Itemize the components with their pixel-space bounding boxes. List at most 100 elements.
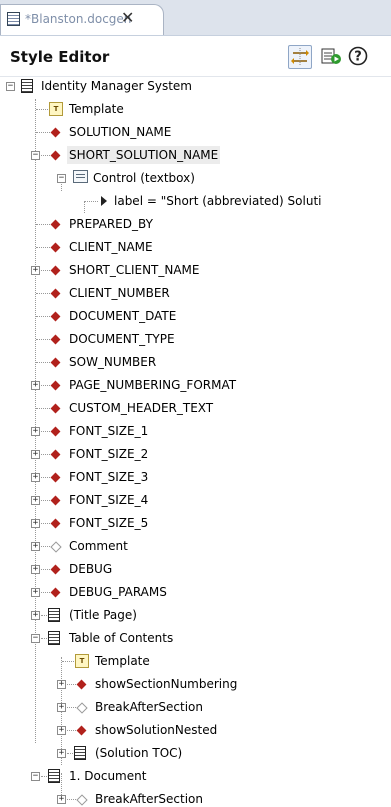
tree-item-label[interactable]: (Title Page) [67,606,139,624]
tree-item[interactable]: + BreakAfterSection [0,788,391,807]
sync-icon[interactable] [288,45,312,69]
tree-item[interactable]: + PAGE_NUMBERING_FORMAT [0,374,391,397]
tree-item[interactable]: − Control (textbox) [0,167,391,190]
collapse-toggle[interactable]: − [57,174,66,183]
tree-item[interactable]: SOLUTION_NAME [0,121,391,144]
tree-item[interactable]: label = "Short (abbreviated) Soluti [0,190,391,213]
tree-item-label[interactable]: FONT_SIZE_1 [67,422,150,440]
tree-item-label[interactable]: Control (textbox) [91,169,197,187]
collapse-toggle[interactable]: − [31,634,40,643]
tab-blanston-docgen[interactable]: *Blanston.docgen ✕ [0,4,164,35]
tree-item[interactable]: DOCUMENT_DATE [0,305,391,328]
diamond-icon [50,311,61,322]
tree-item-label[interactable]: CLIENT_NAME [67,238,155,256]
tree-item[interactable]: + FONT_SIZE_3 [0,466,391,489]
expand-toggle[interactable]: + [57,726,66,735]
tree-item[interactable]: − SHORT_SOLUTION_NAME [0,144,391,167]
tree-item-label[interactable]: SHORT_CLIENT_NAME [67,261,202,279]
tree-item[interactable]: + showSectionNumbering [0,673,391,696]
tree-item[interactable]: + DEBUG [0,558,391,581]
expand-toggle[interactable]: + [31,588,40,597]
tree-item[interactable]: + BreakAfterSection [0,696,391,719]
tree-item-label[interactable]: PAGE_NUMBERING_FORMAT [67,376,238,394]
tree-item-label[interactable]: Comment [67,537,130,555]
tree-item[interactable]: + FONT_SIZE_2 [0,443,391,466]
help-icon[interactable]: ? [347,45,371,69]
tree-item-label[interactable]: BreakAfterSection [93,790,205,807]
expand-toggle[interactable]: + [57,703,66,712]
tree-item-label[interactable]: DOCUMENT_DATE [67,307,178,325]
tree-item[interactable]: + Comment [0,535,391,558]
run-icon[interactable] [320,45,344,69]
tree-guide [41,592,50,593]
tree-item[interactable]: − Table of Contents [0,627,391,650]
tree-item-label[interactable]: PREPARED_BY [67,215,155,233]
tree-item-label[interactable]: Table of Contents [67,629,175,647]
diamond-icon [50,564,61,575]
tree-guide [41,155,50,156]
expand-toggle[interactable]: + [31,542,40,551]
tree-item[interactable]: + FONT_SIZE_5 [0,512,391,535]
tree-item[interactable]: SOW_NUMBER [0,351,391,374]
tree-item-label[interactable]: Identity Manager System [39,77,194,95]
tree-item-label[interactable]: FONT_SIZE_3 [67,468,150,486]
tree-item[interactable]: PREPARED_BY [0,213,391,236]
tree-item-label[interactable]: SHORT_SOLUTION_NAME [67,146,221,164]
tree-item-label[interactable]: FONT_SIZE_4 [67,491,150,509]
tree-item[interactable]: − 1. Document [0,765,391,788]
tree-item[interactable]: CUSTOM_HEADER_TEXT [0,397,391,420]
expand-toggle[interactable]: + [31,565,40,574]
tree-item-label[interactable]: (Solution TOC) [93,744,184,762]
control-icon [73,170,88,183]
expand-toggle[interactable]: + [31,519,40,528]
tree-item-label[interactable]: FONT_SIZE_5 [67,514,150,532]
hollow-diamond-icon [76,794,88,806]
tree-item-label[interactable]: FONT_SIZE_2 [67,445,150,463]
tree-item[interactable]: + FONT_SIZE_4 [0,489,391,512]
collapse-toggle[interactable]: − [31,151,40,160]
tree-item-label[interactable]: BreakAfterSection [93,698,205,716]
tree-item-label[interactable]: showSolutionNested [93,721,219,739]
tree-item[interactable]: − Identity Manager System [0,77,391,98]
template-icon: T [49,102,63,116]
tree-item[interactable]: + (Solution TOC) [0,742,391,765]
expand-toggle[interactable]: + [31,611,40,620]
tree-item-label[interactable]: 1. Document [67,767,148,785]
tree-item-label[interactable]: SOW_NUMBER [67,353,158,371]
close-icon[interactable]: ✕ [121,8,134,27]
expand-toggle[interactable]: + [31,496,40,505]
tree-item-label[interactable]: DEBUG [67,560,114,578]
tree-item-label[interactable]: DEBUG_PARAMS [67,583,169,601]
tree-item-label[interactable]: showSectionNumbering [93,675,239,693]
tree-item[interactable]: CLIENT_NUMBER [0,282,391,305]
document-icon [48,769,60,783]
collapse-toggle[interactable]: − [31,772,40,781]
tree-item[interactable]: + showSolutionNested [0,719,391,742]
expand-toggle[interactable]: + [31,473,40,482]
tree-item-label[interactable]: DOCUMENT_TYPE [67,330,177,348]
tree-item-label[interactable]: Template [67,100,126,118]
tree-item[interactable]: + FONT_SIZE_1 [0,420,391,443]
tree-item-label[interactable]: label = "Short (abbreviated) Soluti [112,192,324,210]
expand-toggle[interactable]: + [31,381,40,390]
tree-item[interactable]: T Template [0,98,391,121]
tree-item[interactable]: + DEBUG_PARAMS [0,581,391,604]
tree-item[interactable]: CLIENT_NAME [0,236,391,259]
tree-item-label[interactable]: Template [93,652,152,670]
expand-toggle[interactable]: + [31,266,40,275]
expand-toggle[interactable]: + [31,427,40,436]
tree-item[interactable]: DOCUMENT_TYPE [0,328,391,351]
diamond-icon [50,518,61,529]
collapse-toggle[interactable]: − [6,82,15,91]
expand-toggle[interactable]: + [31,450,40,459]
tree-item[interactable]: T Template [0,650,391,673]
tree-item[interactable]: + SHORT_CLIENT_NAME [0,259,391,282]
expand-toggle[interactable]: + [57,749,66,758]
tree-item-label[interactable]: CLIENT_NUMBER [67,284,172,302]
document-icon [7,12,20,26]
tree-item[interactable]: + (Title Page) [0,604,391,627]
expand-toggle[interactable]: + [57,680,66,689]
tree-item-label[interactable]: CUSTOM_HEADER_TEXT [67,399,215,417]
expand-toggle[interactable]: + [57,795,66,804]
tree-item-label[interactable]: SOLUTION_NAME [67,123,173,141]
